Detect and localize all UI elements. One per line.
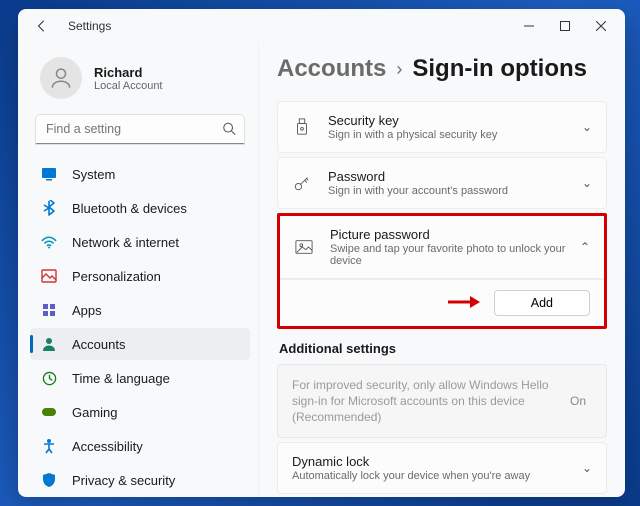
card-password[interactable]: Password Sign in with your account's pas… [277, 157, 607, 209]
chevron-down-icon: ⌄ [582, 461, 592, 475]
chevron-up-icon: ⌃ [580, 240, 590, 254]
sidebar-item-label: Gaming [72, 405, 118, 420]
user-name: Richard [94, 65, 163, 80]
maximize-icon [560, 21, 570, 31]
sidebar-item-label: Personalization [72, 269, 161, 284]
chevron-right-icon: › [396, 59, 402, 80]
card-title: Picture password [330, 227, 580, 242]
card-sub: Sign in with your account's password [328, 185, 582, 197]
close-icon [596, 21, 606, 31]
accounts-icon [40, 335, 58, 353]
card-title: Security key [328, 113, 582, 128]
usb-key-icon [292, 117, 312, 137]
maximize-button[interactable] [547, 12, 583, 40]
back-button[interactable] [28, 12, 56, 40]
accessibility-icon [40, 437, 58, 455]
sidebar-item-label: Bluetooth & devices [72, 201, 187, 216]
hello-only-text: For improved security, only allow Window… [292, 377, 570, 426]
card-sub: Swipe and tap your favorite photo to unl… [330, 243, 580, 267]
breadcrumb-parent[interactable]: Accounts [277, 55, 386, 83]
breadcrumb-current: Sign-in options [412, 55, 587, 83]
additional-settings-label: Additional settings [279, 341, 607, 356]
sidebar-item-label: Privacy & security [72, 473, 175, 488]
close-button[interactable] [583, 12, 619, 40]
card-sub: Sign in with a physical security key [328, 129, 582, 141]
sidebar-item-label: Accessibility [72, 439, 143, 454]
add-button[interactable]: Add [494, 290, 590, 316]
minimize-icon [524, 21, 534, 31]
sidebar-item-label: System [72, 167, 115, 182]
personalization-icon [40, 267, 58, 285]
search-icon [222, 121, 236, 138]
sidebar-item-accessibility[interactable]: Accessibility [30, 430, 250, 462]
search-input[interactable] [36, 115, 244, 144]
apps-icon [40, 301, 58, 319]
minimize-button[interactable] [511, 12, 547, 40]
user-text: Richard Local Account [94, 65, 163, 92]
sidebar-item-personalization[interactable]: Personalization [30, 260, 250, 292]
breadcrumb: Accounts › Sign-in options [277, 55, 607, 83]
sidebar: Richard Local Account System Bluetooth & … [18, 43, 258, 497]
sidebar-item-network[interactable]: Network & internet [30, 226, 250, 258]
user-block[interactable]: Richard Local Account [30, 51, 250, 113]
sidebar-item-privacy[interactable]: Privacy & security [30, 464, 250, 496]
sidebar-item-label: Network & internet [72, 235, 179, 250]
avatar [40, 57, 82, 99]
card-title: Dynamic lock [292, 454, 582, 469]
system-icon [40, 165, 58, 183]
sidebar-item-label: Time & language [72, 371, 170, 386]
chevron-down-icon: ⌄ [582, 176, 592, 190]
card-picture-password[interactable]: Picture password Swipe and tap your favo… [280, 216, 604, 279]
toggle-state: On [570, 394, 586, 408]
network-icon [40, 233, 58, 251]
highlight-box: Picture password Swipe and tap your favo… [277, 213, 607, 329]
picture-password-expanded: Add [280, 279, 604, 326]
nav-list: System Bluetooth & devices Network & inter… [30, 158, 250, 497]
sidebar-item-time[interactable]: Time & language [30, 362, 250, 394]
sidebar-item-accounts[interactable]: Accounts [30, 328, 250, 360]
arrow-annotation-icon [446, 294, 480, 313]
chevron-down-icon: ⌄ [582, 120, 592, 134]
main-content: Accounts › Sign-in options Security key … [258, 43, 625, 497]
titlebar: Settings [18, 9, 625, 43]
picture-icon [294, 237, 314, 257]
sidebar-item-system[interactable]: System [30, 158, 250, 190]
person-icon [48, 65, 74, 91]
body: Richard Local Account System Bluetooth & … [18, 43, 625, 497]
sidebar-item-label: Apps [72, 303, 102, 318]
search-wrap [36, 115, 244, 144]
arrow-left-icon [35, 19, 49, 33]
card-hello-only: For improved security, only allow Window… [277, 364, 607, 438]
key-icon [292, 173, 312, 193]
sidebar-item-apps[interactable]: Apps [30, 294, 250, 326]
sidebar-item-label: Accounts [72, 337, 125, 352]
privacy-icon [40, 471, 58, 489]
sidebar-item-bluetooth[interactable]: Bluetooth & devices [30, 192, 250, 224]
window-controls [511, 12, 619, 40]
sidebar-item-gaming[interactable]: Gaming [30, 396, 250, 428]
window-title: Settings [68, 19, 111, 33]
settings-window: Settings Richard Local Account [18, 9, 625, 497]
gaming-icon [40, 403, 58, 421]
bluetooth-icon [40, 199, 58, 217]
user-sub: Local Account [94, 80, 163, 92]
time-icon [40, 369, 58, 387]
card-dynamic-lock[interactable]: Dynamic lock Automatically lock your dev… [277, 442, 607, 494]
card-sub: Automatically lock your device when you'… [292, 470, 582, 482]
card-title: Password [328, 169, 582, 184]
card-security-key[interactable]: Security key Sign in with a physical sec… [277, 101, 607, 153]
